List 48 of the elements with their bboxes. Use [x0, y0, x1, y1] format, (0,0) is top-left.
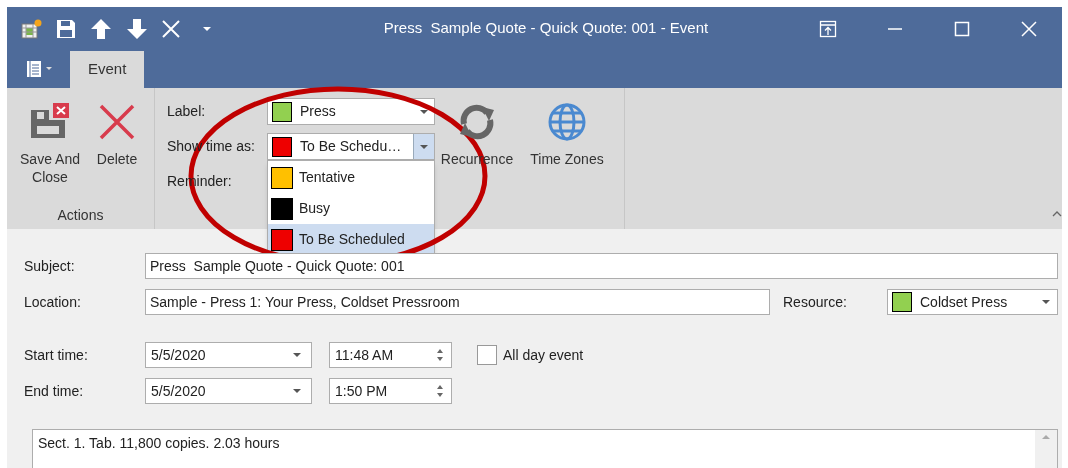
caret-icon	[292, 388, 302, 394]
delete-icon	[97, 102, 137, 142]
dropdown-field[interactable]: To Be Schedu…	[267, 133, 435, 160]
time-field[interactable]: 1:50 PM	[329, 378, 452, 404]
close-icon[interactable]	[162, 19, 180, 38]
field-label: Subject:	[24, 256, 76, 276]
ribbon-button[interactable]: Time Zones	[527, 102, 607, 229]
location-field[interactable]: Sample - Press 1: Your Press, Coldset Pressroom	[145, 289, 770, 315]
caret-icon	[419, 143, 429, 150]
list-menu-icon[interactable]	[25, 60, 42, 78]
window-title: Press Sample Quote - Quick Quote: 001 - Event	[382, 18, 710, 39]
dropdown-option[interactable]: Tentative	[268, 162, 434, 193]
caret-icon	[292, 352, 302, 358]
chevron-up-icon[interactable]	[1052, 211, 1062, 217]
caret-icon	[1041, 299, 1051, 305]
field-label: Resource:	[783, 292, 848, 312]
caret-icon[interactable]	[45, 67, 52, 71]
group-label: Actions	[56, 206, 105, 225]
down-arrow-icon[interactable]	[126, 17, 148, 40]
subject-field[interactable]: Press Sample Quote - Quick Quote: 001	[145, 253, 1058, 279]
field-label: Label:	[167, 102, 207, 121]
checkbox-label: All day event	[503, 345, 584, 365]
dropdown-field[interactable]: Press	[267, 98, 435, 125]
field-label: End time:	[24, 381, 85, 401]
globe-icon	[547, 102, 587, 142]
maximize-icon[interactable]	[952, 19, 971, 38]
dropdown-option[interactable]: To Be Scheduled	[268, 224, 434, 255]
up-arrow-icon[interactable]	[90, 17, 112, 40]
calendar-grid-icon[interactable]	[20, 17, 42, 40]
caret-icon[interactable]	[202, 25, 212, 32]
notes-field[interactable]: Sect. 1. Tab. 11,800 copies. 2.03 hours	[32, 429, 1058, 468]
field-label: Location:	[24, 292, 82, 312]
date-field[interactable]: 5/5/2020	[145, 342, 312, 368]
checkbox[interactable]	[477, 345, 497, 365]
dropdown-field[interactable]: Coldset Press	[887, 289, 1058, 315]
scrollbar[interactable]	[1035, 430, 1057, 468]
ribbon-tab[interactable]: Event	[70, 51, 145, 88]
ribbon-button[interactable]: Delete	[89, 102, 145, 205]
close-icon[interactable]	[1019, 19, 1038, 38]
date-field[interactable]: 5/5/2020	[145, 378, 312, 404]
caret-icon	[418, 108, 429, 115]
ribbon-button[interactable]: Save And Close	[13, 102, 87, 205]
spin-arrows-icon	[436, 347, 444, 363]
save-icon[interactable]	[56, 18, 76, 39]
dropdown-option[interactable]: Busy	[268, 193, 434, 224]
time-field[interactable]: 11:48 AM	[329, 342, 452, 368]
spin-arrows-icon	[436, 383, 444, 399]
field-label: Start time:	[24, 345, 89, 365]
